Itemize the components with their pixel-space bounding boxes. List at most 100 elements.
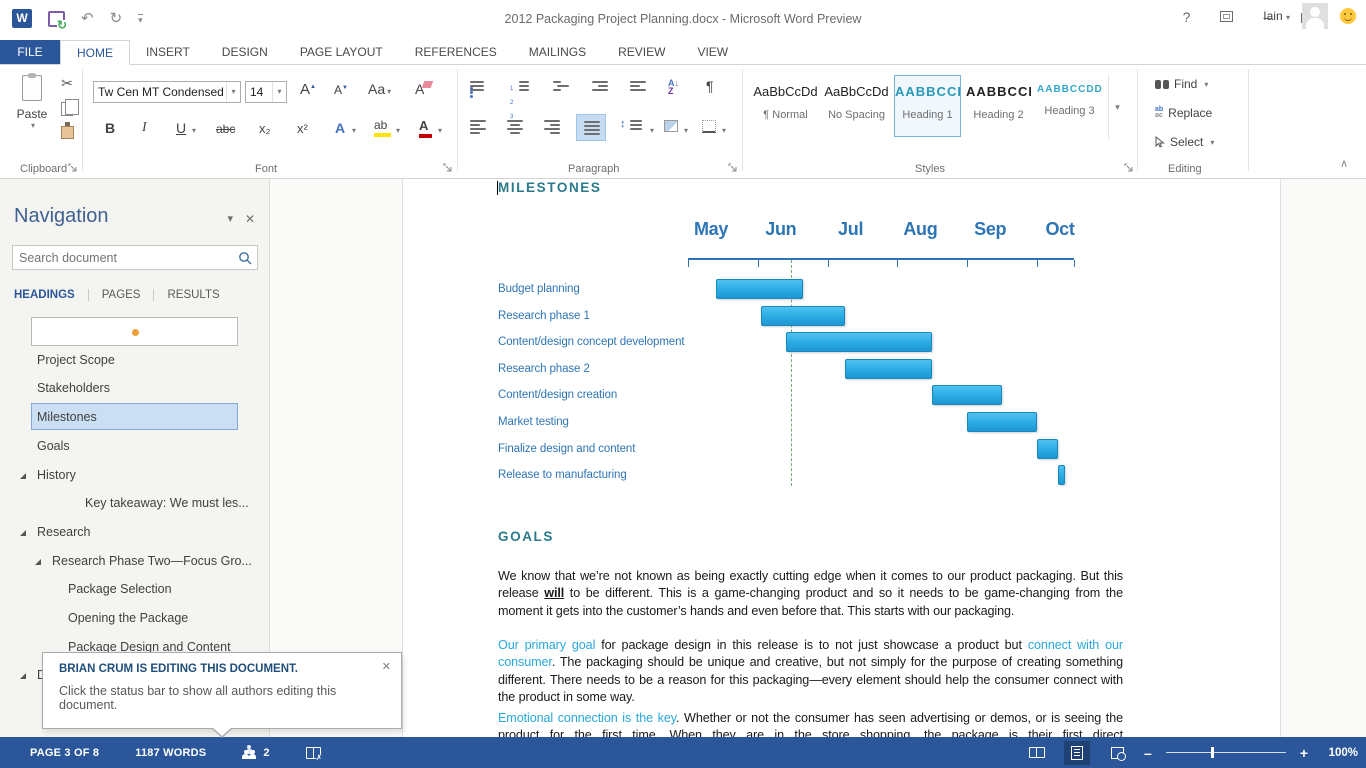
nav-item-research[interactable]: Research bbox=[0, 518, 270, 547]
nav-coauthor-row[interactable] bbox=[0, 317, 270, 346]
text-effects-dropdown-icon[interactable]: ▾ bbox=[352, 126, 356, 135]
styles-dialog-launcher-icon[interactable] bbox=[1124, 163, 1134, 173]
task-bar-release-to-manufacturing[interactable] bbox=[1058, 465, 1065, 485]
paragraph-dialog-launcher-icon[interactable] bbox=[728, 163, 738, 173]
superscript-button[interactable]: x² bbox=[297, 121, 308, 136]
borders-icon[interactable] bbox=[702, 120, 716, 133]
font-color-button[interactable]: A bbox=[419, 118, 432, 138]
font-dialog-launcher-icon[interactable] bbox=[443, 163, 453, 173]
numbering-icon[interactable]: 123 bbox=[510, 79, 513, 121]
show-hide-pilcrow-icon[interactable]: ¶ bbox=[706, 78, 714, 94]
tab-review[interactable]: REVIEW bbox=[602, 40, 681, 64]
undo-icon[interactable]: ↶ bbox=[81, 11, 94, 27]
strikethrough-button[interactable]: abc bbox=[216, 122, 235, 136]
coauthor-box[interactable] bbox=[31, 317, 238, 346]
text-effects-button[interactable]: A bbox=[335, 120, 345, 136]
copy-icon[interactable] bbox=[61, 102, 73, 116]
grow-font-button[interactable]: A bbox=[300, 81, 316, 98]
help-button[interactable]: ? bbox=[1183, 9, 1191, 25]
font-color-dropdown-icon[interactable]: ▾ bbox=[438, 126, 442, 135]
multilevel-list-icon[interactable] bbox=[553, 81, 569, 91]
font-name-dropdown-icon[interactable]: ▾ bbox=[226, 82, 240, 102]
highlight-button[interactable]: ab bbox=[374, 118, 391, 137]
search-icon[interactable] bbox=[235, 250, 257, 266]
word-logo-icon[interactable]: W bbox=[12, 9, 32, 28]
zoom-in-button[interactable]: + bbox=[1300, 748, 1308, 758]
cut-icon[interactable]: ✂ bbox=[61, 75, 73, 92]
clipboard-dialog-launcher-icon[interactable] bbox=[68, 163, 78, 173]
search-box[interactable] bbox=[12, 245, 258, 270]
borders-dropdown-icon[interactable]: ▾ bbox=[722, 126, 726, 135]
nav-item-package-selection[interactable]: Package Selection bbox=[0, 575, 270, 604]
underline-dropdown-icon[interactable]: ▾ bbox=[192, 126, 196, 135]
clear-formatting-button[interactable]: A bbox=[415, 81, 424, 97]
web-layout-button[interactable] bbox=[1104, 741, 1130, 765]
nav-item-milestones[interactable]: Milestones bbox=[0, 403, 270, 432]
read-mode-button[interactable] bbox=[1024, 741, 1050, 765]
replace-button[interactable]: abacReplace bbox=[1155, 106, 1212, 120]
task-bar-content-design-creation[interactable] bbox=[932, 385, 1002, 405]
nav-item-stakeholders[interactable]: Stakeholders bbox=[0, 374, 270, 403]
justify-button-active[interactable] bbox=[576, 114, 606, 141]
tab-references[interactable]: REFERENCES bbox=[399, 40, 513, 64]
font-size-combo[interactable]: 14 ▾ bbox=[245, 81, 287, 103]
collapse-triangle-icon[interactable] bbox=[20, 473, 26, 479]
customize-qat-icon[interactable]: ▾ bbox=[138, 14, 143, 24]
save-sync-icon[interactable] bbox=[48, 11, 65, 27]
bullets-icon[interactable] bbox=[470, 81, 484, 91]
find-button[interactable]: Find▾ bbox=[1155, 77, 1208, 91]
tab-mailings[interactable]: MAILINGS bbox=[513, 40, 602, 64]
proofing-errors-icon[interactable] bbox=[306, 747, 321, 759]
style-heading-2[interactable]: AABBCCDHeading 2 bbox=[965, 75, 1032, 137]
tab-view[interactable]: VIEW bbox=[681, 40, 744, 64]
font-name-combo[interactable]: Tw Cen MT Condensed (H ▾ bbox=[93, 81, 241, 103]
word-count[interactable]: 1187 WORDS bbox=[135, 747, 206, 759]
shading-icon[interactable] bbox=[664, 120, 678, 132]
collapse-ribbon-icon[interactable]: ∧ bbox=[1340, 157, 1348, 170]
sort-icon[interactable]: A↓Z bbox=[668, 79, 679, 95]
font-size-dropdown-icon[interactable]: ▾ bbox=[272, 82, 286, 102]
navigation-close-icon[interactable]: ✕ bbox=[245, 212, 255, 226]
task-bar-content-design-concept-development[interactable] bbox=[786, 332, 933, 352]
paste-dropdown-icon[interactable]: ▾ bbox=[10, 121, 56, 130]
italic-button[interactable]: I bbox=[142, 120, 147, 136]
line-spacing-dropdown-icon[interactable]: ▾ bbox=[650, 126, 654, 135]
underline-button[interactable]: U bbox=[176, 120, 186, 136]
collapse-triangle-icon[interactable] bbox=[20, 530, 26, 536]
shading-dropdown-icon[interactable]: ▾ bbox=[684, 126, 688, 135]
nav-item-opening-the-package[interactable]: Opening the Package bbox=[0, 604, 270, 633]
authors-indicator[interactable]: 2 bbox=[242, 747, 269, 759]
page-indicator[interactable]: PAGE 3 OF 8 bbox=[30, 747, 99, 759]
nav-tab-results[interactable]: RESULTS bbox=[153, 289, 232, 301]
print-layout-button[interactable] bbox=[1064, 741, 1090, 765]
redo-icon[interactable]: ↻ bbox=[110, 11, 123, 27]
task-bar-research-phase-2[interactable] bbox=[845, 359, 932, 379]
select-button[interactable]: Select▾ bbox=[1155, 135, 1214, 149]
nav-item-key-takeaway-we-must-les[interactable]: Key takeaway: We must les... bbox=[0, 489, 270, 518]
styles-gallery-more-icon[interactable]: ▾ bbox=[1108, 75, 1126, 139]
popup-close-icon[interactable]: ✕ bbox=[382, 660, 391, 673]
zoom-percentage[interactable]: 100% bbox=[1322, 747, 1358, 759]
highlight-dropdown-icon[interactable]: ▾ bbox=[396, 126, 400, 135]
document-page[interactable]: MILESTONES MayJunJulAugSepOctBudget plan… bbox=[402, 179, 1281, 737]
zoom-slider[interactable] bbox=[1166, 752, 1286, 753]
decrease-indent-icon[interactable] bbox=[592, 81, 608, 91]
ribbon-display-options-icon[interactable] bbox=[1220, 11, 1233, 22]
style-no-spacing[interactable]: AaBbCcDdNo Spacing bbox=[823, 75, 890, 137]
tab-file[interactable]: FILE bbox=[0, 40, 60, 64]
tab-insert[interactable]: INSERT bbox=[130, 40, 206, 64]
task-bar-budget-planning[interactable] bbox=[716, 279, 803, 299]
tab-design[interactable]: DESIGN bbox=[206, 40, 284, 64]
collapse-triangle-icon[interactable] bbox=[35, 559, 41, 565]
shrink-font-button[interactable]: A bbox=[334, 83, 348, 97]
style-heading-3[interactable]: AABBCCDDHeading 3 bbox=[1036, 75, 1103, 137]
nav-item-goals[interactable]: Goals bbox=[0, 432, 270, 461]
align-center-icon[interactable] bbox=[507, 120, 523, 134]
align-right-icon[interactable] bbox=[544, 120, 560, 134]
paste-button[interactable]: Paste ▾ bbox=[8, 75, 56, 163]
task-bar-research-phase-1[interactable] bbox=[761, 306, 845, 326]
nav-item-project-scope[interactable]: Project Scope bbox=[0, 346, 270, 375]
avatar[interactable] bbox=[1302, 3, 1328, 29]
line-spacing-icon[interactable]: ↕ bbox=[620, 118, 626, 130]
signed-in-user[interactable]: Iain ▾ bbox=[1263, 9, 1290, 23]
